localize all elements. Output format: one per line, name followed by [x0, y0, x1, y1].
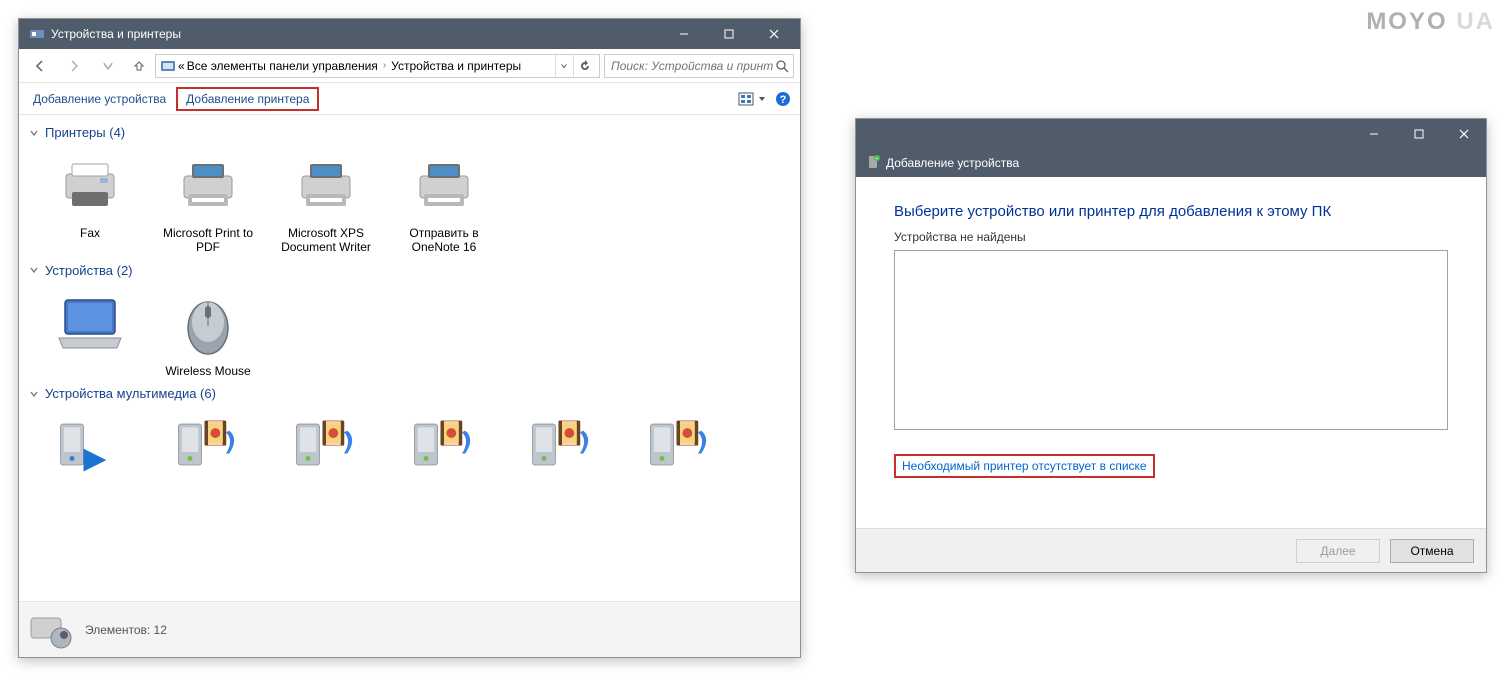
mouse-icon	[172, 288, 244, 360]
printer-icon	[172, 150, 244, 222]
view-options-dropdown[interactable]	[734, 90, 770, 108]
minimize-button[interactable]	[661, 19, 706, 49]
device-media-server[interactable]	[153, 407, 263, 505]
content-area[interactable]: Принтеры (4) Fax	[19, 115, 800, 601]
up-button[interactable]	[127, 52, 151, 80]
window-title: Устройства и принтеры	[51, 27, 661, 41]
refresh-button[interactable]	[573, 55, 595, 77]
status-bar: Элементов: 12	[19, 601, 800, 657]
add-printer-button[interactable]: Добавление принтера	[176, 87, 319, 111]
missing-printer-link[interactable]: Необходимый принтер отсутствует в списке	[902, 459, 1147, 473]
svg-text:?: ?	[780, 94, 787, 106]
status-text: Элементов: 12	[85, 623, 167, 637]
multimedia-row	[35, 407, 790, 505]
printer-icon	[290, 150, 362, 222]
navigation-bar: « Все элементы панели управления › Устро…	[19, 49, 800, 83]
media-device-icon	[290, 411, 362, 483]
minimize-button[interactable]	[1351, 119, 1396, 149]
group-header-printers[interactable]: Принтеры (4)	[29, 125, 790, 140]
device-listbox[interactable]	[894, 250, 1448, 430]
search-input[interactable]	[609, 58, 775, 74]
add-device-button[interactable]: Добавление устройства	[25, 88, 174, 110]
forward-button[interactable]	[59, 52, 89, 80]
devices-printers-window: Устройства и принтеры	[18, 18, 801, 658]
breadcrumb-segment[interactable]: Устройства и принтеры	[391, 59, 521, 73]
wizard-titlebar[interactable]	[856, 119, 1486, 149]
breadcrumb-segment[interactable]: Все элементы панели управления	[187, 59, 378, 73]
media-device-icon	[172, 411, 244, 483]
group-header-multimedia[interactable]: Устройства мультимедиа (6)	[29, 386, 790, 401]
device-mouse[interactable]: Wireless Mouse	[153, 284, 263, 382]
chevron-down-icon	[29, 389, 39, 399]
close-button[interactable]	[1441, 119, 1486, 149]
device-media-server[interactable]	[35, 407, 145, 505]
address-bar[interactable]: « Все элементы панели управления › Устро…	[155, 54, 600, 78]
add-device-wizard-window: + Добавление устройства Выберите устройс…	[855, 118, 1487, 573]
status-thumbnail-icon	[27, 610, 75, 650]
command-bar: Добавление устройства Добавление принтер…	[19, 83, 800, 115]
titlebar[interactable]: Устройства и принтеры	[19, 19, 800, 49]
back-button[interactable]	[25, 52, 55, 80]
media-device-icon	[526, 411, 598, 483]
maximize-button[interactable]	[706, 19, 751, 49]
device-media-server[interactable]	[507, 407, 617, 505]
group-header-devices[interactable]: Устройства (2)	[29, 263, 790, 278]
device-printer-fax[interactable]: Fax	[35, 146, 145, 259]
device-media-server[interactable]	[389, 407, 499, 505]
wizard-title: Добавление устройства	[886, 156, 1019, 170]
missing-printer-highlight: Необходимый принтер отсутствует в списке	[894, 454, 1155, 478]
watermark-logo: MOYO UA	[1366, 8, 1495, 36]
device-media-server[interactable]	[625, 407, 735, 505]
address-dropdown[interactable]	[555, 55, 571, 77]
window-icon	[29, 26, 45, 42]
devices-row: Wireless Mouse	[35, 284, 790, 382]
printer-icon	[408, 150, 480, 222]
fax-icon	[54, 150, 126, 222]
search-icon[interactable]	[775, 59, 789, 73]
laptop-icon	[54, 288, 126, 360]
media-device-icon	[644, 411, 716, 483]
wizard-heading: Выберите устройство или принтер для доба…	[894, 203, 1448, 220]
cancel-button[interactable]: Отмена	[1390, 539, 1474, 563]
next-button[interactable]: Далее	[1296, 539, 1380, 563]
chevron-down-icon	[29, 128, 39, 138]
device-printer-pdf[interactable]: Microsoft Print to PDF	[153, 146, 263, 259]
wizard-body: Выберите устройство или принтер для доба…	[856, 177, 1486, 528]
maximize-button[interactable]	[1396, 119, 1441, 149]
wizard-icon: +	[866, 155, 880, 172]
device-media-server[interactable]	[271, 407, 381, 505]
chevron-down-icon	[29, 265, 39, 275]
media-device-icon	[54, 411, 126, 483]
recent-dropdown[interactable]	[93, 52, 123, 80]
device-printer-onenote[interactable]: Отправить в OneNote 16	[389, 146, 499, 259]
chevron-right-icon: ›	[380, 60, 389, 71]
media-device-icon	[408, 411, 480, 483]
device-printer-xps[interactable]: Microsoft XPS Document Writer	[271, 146, 381, 259]
location-icon	[160, 58, 176, 74]
search-box[interactable]	[604, 54, 794, 78]
wizard-subtext: Устройства не найдены	[894, 230, 1448, 244]
wizard-caption-bar: + Добавление устройства	[856, 149, 1486, 177]
printers-row: Fax Microsoft Print to PDF	[35, 146, 790, 259]
help-button[interactable]: ?	[772, 88, 794, 110]
svg-text:+: +	[876, 156, 879, 162]
close-button[interactable]	[751, 19, 796, 49]
breadcrumb-overflow[interactable]: «	[178, 59, 185, 73]
wizard-footer: Далее Отмена	[856, 528, 1486, 572]
device-laptop[interactable]	[35, 284, 145, 382]
